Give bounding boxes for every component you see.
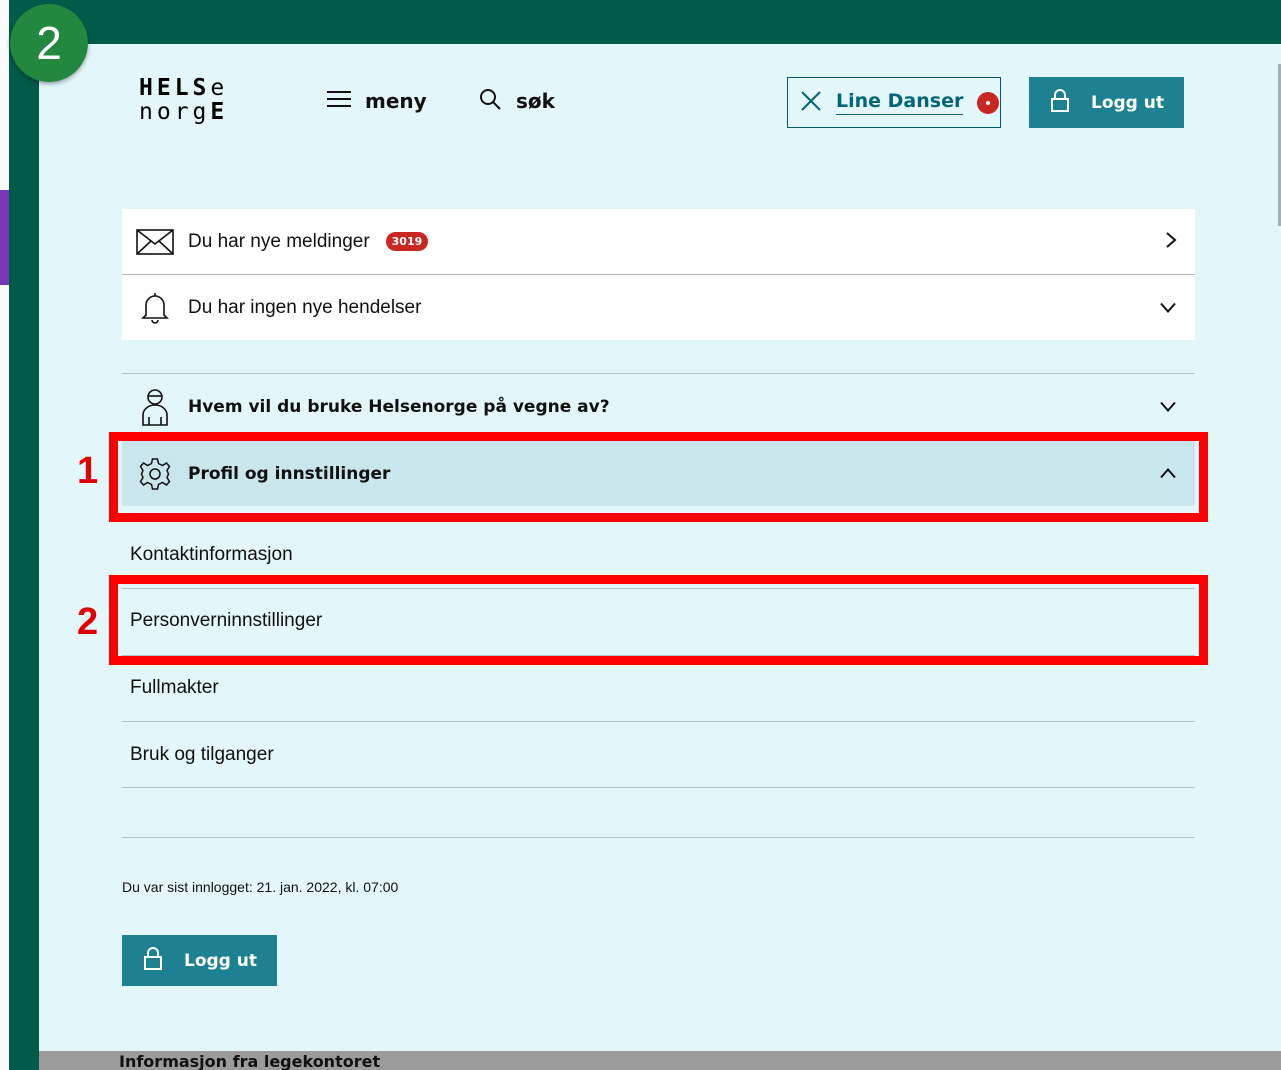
menu-label: meny (365, 89, 427, 113)
frame-left-bar (9, 0, 39, 1070)
messages-row[interactable]: Du har nye meldinger 3019 (122, 209, 1195, 274)
lock-icon (144, 946, 162, 975)
menu-button[interactable]: meny (327, 86, 427, 116)
step-number-badge: 2 (10, 4, 88, 82)
search-button[interactable]: søk (478, 86, 555, 116)
messages-count-badge: 3019 (385, 232, 429, 251)
notification-dot-icon (977, 91, 1000, 114)
lock-icon (1051, 88, 1069, 117)
close-icon (800, 90, 822, 116)
logout-label: Logg ut (1091, 92, 1164, 113)
frame-top-bar (9, 0, 1281, 44)
highlight-number-1: 1 (77, 450, 99, 492)
highlight-number-2: 2 (77, 601, 99, 643)
search-icon (478, 87, 502, 115)
envelope-icon (136, 228, 174, 255)
highlight-box-1 (109, 432, 1208, 522)
person-icon (136, 387, 174, 427)
user-name-button[interactable]: Line Danser (787, 77, 1001, 128)
represent-row[interactable]: Hvem vil du bruke Helsenorge på vegne av… (122, 374, 1195, 439)
profile-item-power-of-attorney[interactable]: Fullmakter (130, 677, 219, 699)
messages-label: Du har nye meldinger (188, 230, 370, 252)
logout-button-footer[interactable]: Logg ut (122, 935, 277, 986)
user-name: Line Danser (836, 90, 964, 115)
logout-label: Logg ut (184, 950, 257, 971)
divider (122, 837, 1195, 838)
bottom-info-text[interactable]: Informasjon fra legekontoret (119, 1052, 380, 1070)
highlight-box-2 (109, 575, 1208, 665)
represent-label: Hvem vil du bruke Helsenorge på vegne av… (188, 396, 610, 417)
events-row[interactable]: Du har ingen nye hendelser (122, 275, 1195, 340)
divider (122, 787, 1195, 788)
hamburger-icon (327, 90, 351, 112)
search-label: søk (516, 89, 555, 113)
bell-icon (136, 291, 174, 325)
chevron-down-icon (1159, 298, 1177, 317)
background-purple-tab (0, 190, 9, 285)
logo-line-1: HELSe (139, 75, 229, 101)
chevron-right-icon (1165, 231, 1177, 253)
profile-item-usage-and-access[interactable]: Bruk og tilganger (130, 744, 274, 766)
events-label: Du har ingen nye hendelser (188, 296, 422, 318)
helsenorge-logo[interactable]: HELSe norgE (139, 76, 228, 124)
logout-button-header[interactable]: Logg ut (1029, 77, 1184, 128)
profile-item-contact-info[interactable]: Kontaktinformasjon (130, 544, 293, 566)
divider (122, 721, 1195, 722)
bottom-info-bar: Informasjon fra legekontoret (39, 1051, 1281, 1070)
logo-line-2: norgE (139, 99, 229, 125)
chevron-down-icon (1159, 397, 1177, 416)
last-login-text: Du var sist innlogget: 21. jan. 2022, kl… (122, 879, 399, 895)
